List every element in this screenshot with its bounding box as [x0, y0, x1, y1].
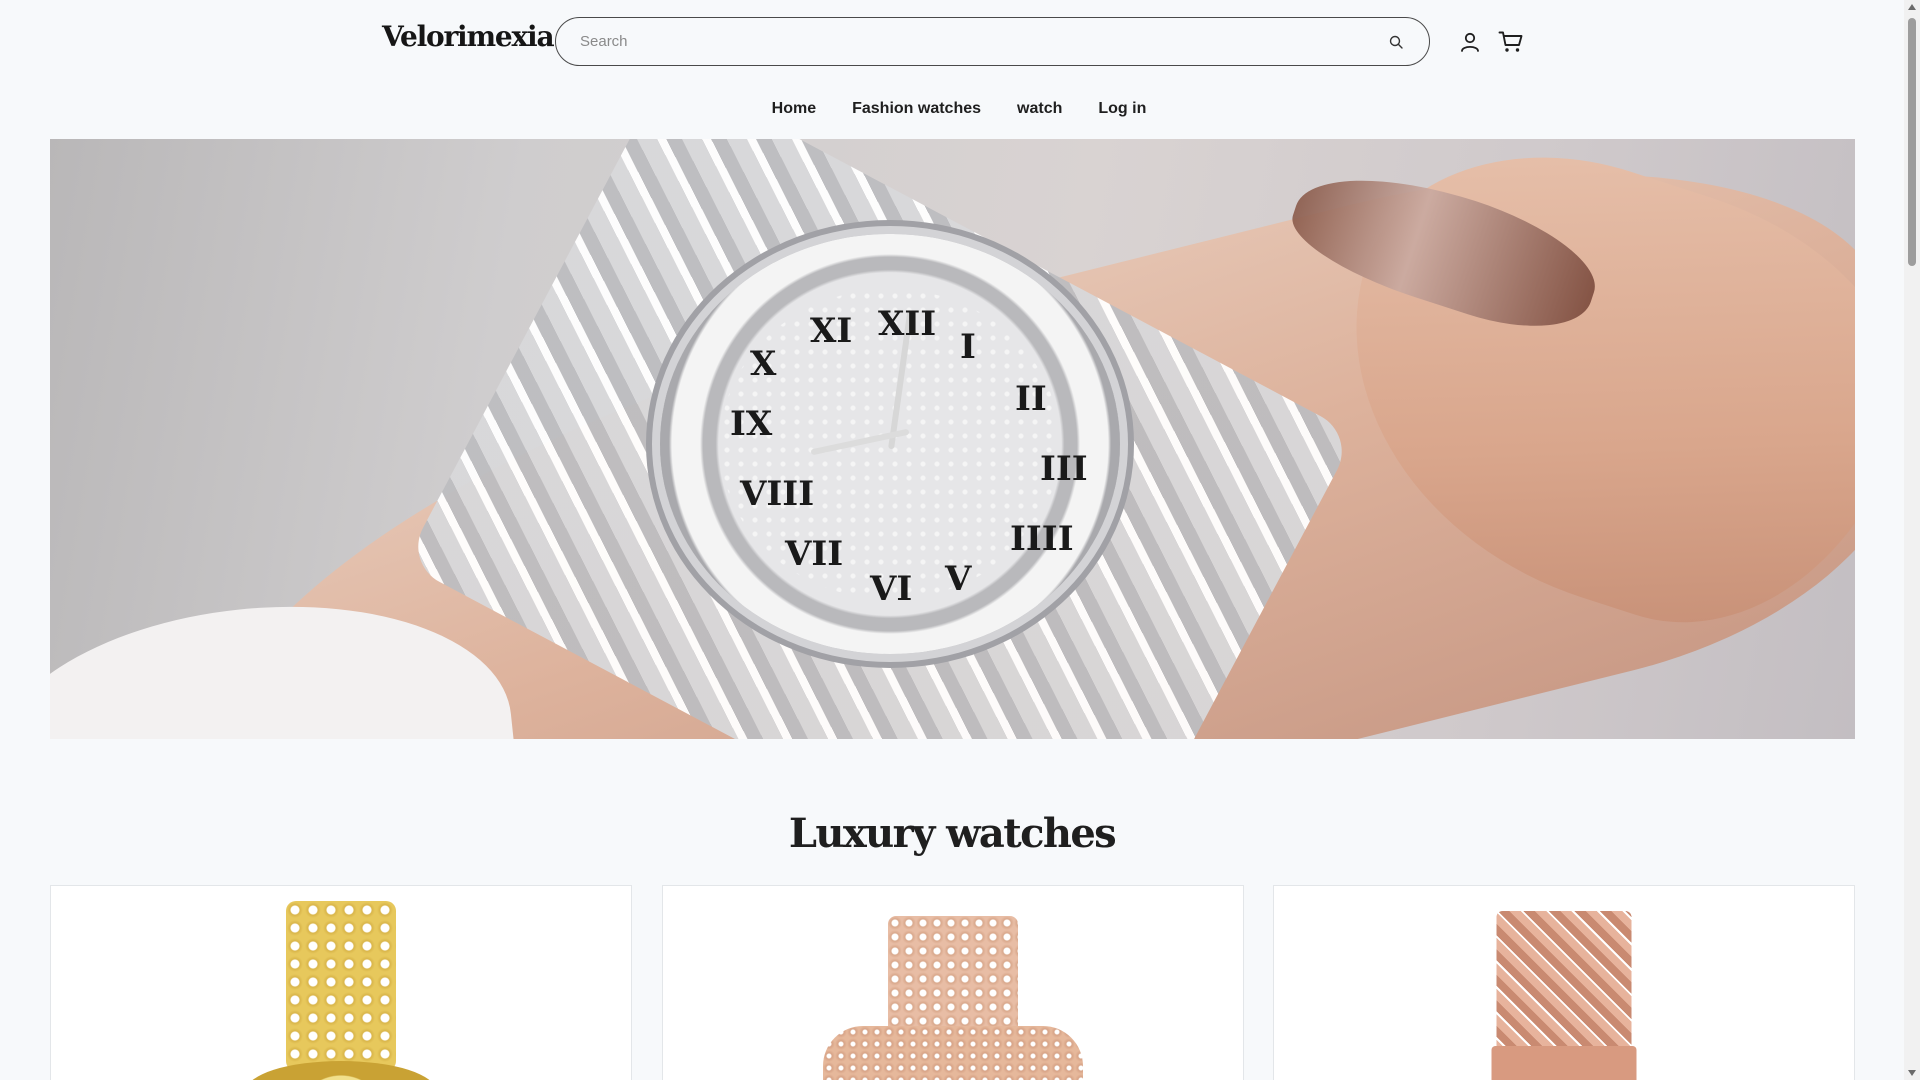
rose-gold-bracelet-watch-image	[1496, 911, 1632, 1051]
hero-numeral: VIII	[740, 474, 815, 514]
search-bar	[555, 17, 1430, 66]
hero-numeral: XII	[878, 304, 937, 344]
hero-numeral: X	[750, 344, 777, 384]
cart-icon[interactable]	[1496, 27, 1526, 57]
nav-item-log-in: Log in	[1080, 96, 1164, 126]
product-card[interactable]	[50, 885, 632, 1080]
hero-numeral: IX	[730, 404, 773, 444]
page: Velorimexia Home	[0, 0, 1920, 1080]
scroll-down-arrow-icon[interactable]	[1908, 1070, 1916, 1076]
hero-numeral: I	[960, 327, 976, 367]
main-nav: Home Fashion watches watch Log in	[0, 96, 1904, 126]
nav-item-home: Home	[754, 96, 834, 126]
rose-gold-square-watch-image	[888, 916, 1018, 1036]
rose-gold-watch-clasp	[1491, 1046, 1637, 1080]
hero-numeral: VI	[870, 569, 913, 609]
hero-numeral: III	[1040, 449, 1088, 489]
hero-numeral: IIII	[1010, 519, 1074, 559]
user-icon[interactable]	[1455, 27, 1485, 57]
product-card[interactable]	[662, 885, 1244, 1080]
hero-watch-image[interactable]: XII I II III IIII V VI VII VIII IX X XI	[50, 139, 1855, 739]
page-scrollbar[interactable]	[1904, 0, 1920, 1080]
nav-link-fashion-watches[interactable]: Fashion watches	[834, 96, 999, 122]
hero-numeral: VII	[785, 534, 844, 574]
nav-item-fashion-watches: Fashion watches	[834, 96, 999, 126]
hero-numeral: V	[945, 559, 972, 599]
gold-watch-case	[246, 1061, 436, 1080]
nav-link-home[interactable]: Home	[754, 96, 834, 122]
brand-logo[interactable]: Velorimexia	[382, 20, 555, 53]
nav-list: Home Fashion watches watch Log in	[754, 96, 1165, 126]
section-title: Luxury watches	[788, 810, 1117, 857]
hero-numeral: II	[1015, 379, 1047, 419]
nav-link-watch[interactable]: watch	[999, 96, 1080, 122]
site-header: Velorimexia	[0, 0, 1904, 84]
scroll-up-arrow-icon[interactable]	[1908, 4, 1916, 10]
product-card[interactable]	[1273, 885, 1855, 1080]
search-icon[interactable]	[1385, 31, 1407, 53]
search-input[interactable]	[580, 33, 1385, 50]
hero-numeral: XI	[810, 311, 853, 351]
gold-diamond-watch-image	[286, 901, 396, 1071]
nav-link-log-in[interactable]: Log in	[1080, 96, 1164, 122]
rose-gold-watch-case	[823, 1026, 1083, 1080]
scrollbar-thumb[interactable]	[1908, 18, 1916, 266]
nav-item-watch: watch	[999, 96, 1080, 126]
